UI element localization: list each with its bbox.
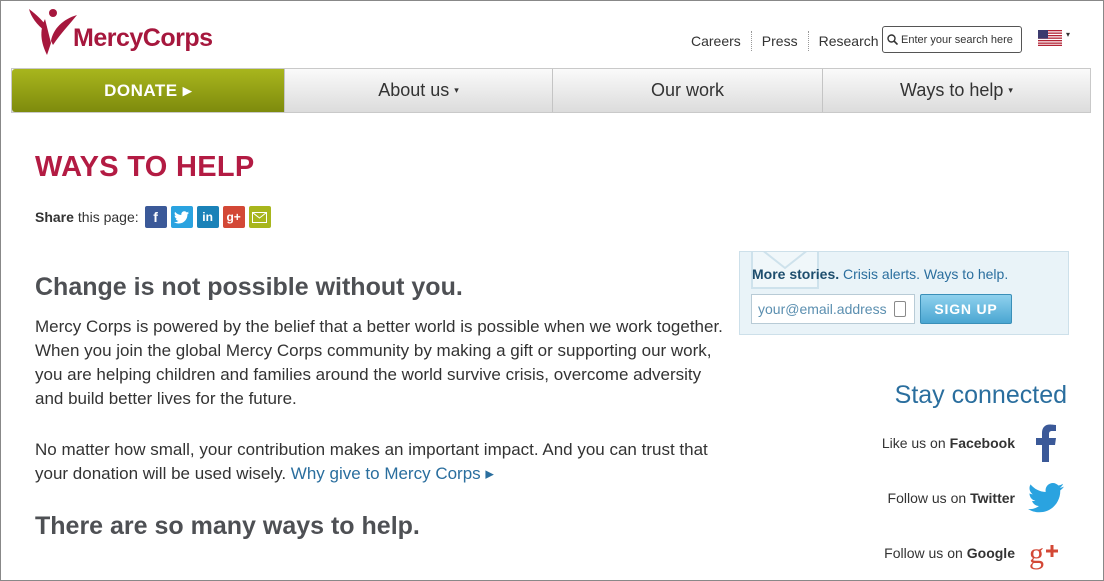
email-field[interactable] — [751, 294, 915, 324]
nav-item-about-us[interactable]: About us ▾ — [284, 69, 552, 112]
share-label-rest: this page: — [77, 209, 139, 225]
search-input[interactable] — [901, 33, 1019, 46]
svg-text:g: g — [1029, 537, 1044, 570]
contact-card-icon — [894, 301, 906, 317]
email-input[interactable] — [752, 301, 892, 317]
social-name: Facebook — [949, 435, 1015, 451]
signup-text: More stories. Crisis alerts. Ways to hel… — [752, 266, 1008, 282]
language-caret-icon[interactable]: ▾ — [1066, 30, 1070, 39]
social-name: Google — [966, 545, 1015, 561]
why-give-link[interactable]: Why give to Mercy Corps ▸ — [291, 464, 494, 483]
social-prefix: Follow us on — [884, 545, 963, 561]
logo-mark-icon — [29, 9, 77, 55]
chevron-down-icon: ▾ — [454, 85, 459, 95]
newsletter-signup: More stories. Crisis alerts. Ways to hel… — [739, 251, 1069, 335]
careers-link[interactable]: Careers — [681, 33, 751, 49]
stay-connected-title: Stay connected — [894, 381, 1067, 409]
google-plus-share-icon[interactable]: g+ — [222, 206, 245, 228]
donate-button[interactable]: DONATE ▸ — [12, 69, 284, 112]
share-bar: Share this page: f in g+ — [35, 206, 275, 228]
facebook-icon[interactable] — [1027, 423, 1065, 463]
trust-paragraph: No matter how small, your contribution m… — [35, 438, 725, 486]
nav-item-label: Our work — [650, 80, 724, 100]
nav-item-label: About us — [378, 80, 450, 100]
us-flag-icon[interactable] — [1038, 30, 1062, 46]
share-label: Share — [35, 209, 74, 225]
email-share-icon[interactable] — [248, 206, 271, 228]
search-icon[interactable] — [887, 34, 898, 45]
nav-item-label: Ways to help — [900, 80, 1004, 100]
research-link[interactable]: Research — [809, 33, 889, 49]
page-title: WAYS TO HELP — [35, 151, 255, 183]
signup-rest-text: Crisis alerts. Ways to help. — [843, 266, 1009, 282]
social-prefix: Like us on — [881, 435, 946, 451]
nav-item-ways-to-help[interactable]: Ways to help ▾ — [822, 69, 1090, 112]
mercycorps-logo[interactable]: MercyCorps — [23, 5, 213, 57]
logo-text: MercyCorps — [73, 24, 213, 52]
social-prefix: Follow us on — [887, 490, 967, 506]
nav-item-our-work[interactable]: Our work — [552, 69, 822, 112]
search-box[interactable] — [882, 26, 1022, 53]
social-name: Twitter — [970, 490, 1015, 506]
facebook-share-icon[interactable]: f — [144, 206, 167, 228]
main-nav: DONATE ▸ About us ▾ Our work Ways to hel… — [11, 68, 1091, 113]
google-follow[interactable]: Follow us on Google g — [884, 533, 1065, 573]
twitter-follow[interactable]: Follow us on Twitter — [888, 478, 1065, 518]
twitter-share-icon[interactable] — [170, 206, 193, 228]
press-link[interactable]: Press — [752, 33, 808, 49]
chevron-down-icon: ▾ — [1008, 85, 1013, 95]
signup-bold-text: More stories. — [752, 266, 840, 282]
linkedin-share-icon[interactable]: in — [196, 206, 219, 228]
signup-button[interactable]: SIGN UP — [920, 294, 1012, 324]
section-headline: Change is not possible without you. — [35, 273, 463, 301]
section-subheadline: There are so many ways to help. — [35, 512, 420, 540]
utility-links: Careers Press Research — [681, 31, 889, 51]
intro-paragraph: Mercy Corps is powered by the belief tha… — [35, 317, 723, 408]
twitter-icon[interactable] — [1027, 478, 1065, 518]
google-plus-icon[interactable]: g — [1027, 533, 1065, 573]
facebook-follow[interactable]: Like us on Facebook — [882, 423, 1065, 463]
